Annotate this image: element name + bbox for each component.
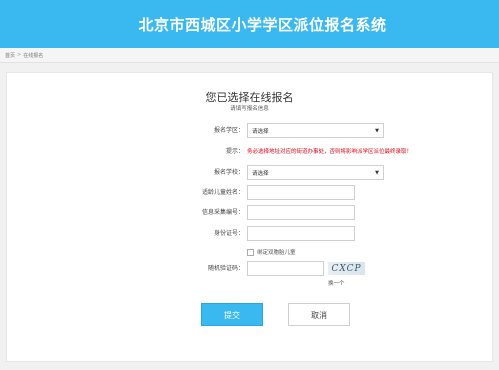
app-header: 北京市西城区小学学区派位报名系统	[0, 0, 499, 48]
id-number-input[interactable]	[247, 226, 355, 241]
school-select[interactable]: 请选择 ▼	[247, 165, 384, 180]
twins-checkbox-wrap[interactable]: 绑定双胞胎儿童	[247, 247, 296, 257]
child-name-label: 适龄儿童姓名：	[201, 189, 244, 196]
id-number-label: 身份证号：	[213, 230, 244, 237]
captcha-image-text: CXCP	[331, 263, 362, 274]
app-title: 北京市西城区小学学区派位报名系统	[138, 15, 387, 34]
submit-button[interactable]: 提交	[201, 303, 263, 326]
info-code-label: 信息采集编号：	[201, 209, 244, 216]
district-row: 报名学区： 请选择 ▼	[7, 123, 492, 138]
breadcrumb-home-link[interactable]: 首页	[5, 52, 15, 59]
captcha-row: 随机验证码： CXCP 换一个	[7, 261, 492, 287]
twins-checkbox[interactable]	[247, 248, 254, 256]
captcha-image[interactable]: CXCP	[328, 262, 365, 275]
id-number-row: 身份证号：	[7, 226, 492, 241]
dropdown-arrow-icon: ▼	[375, 128, 379, 134]
child-name-input[interactable]	[247, 185, 355, 200]
school-label: 报名学校：	[213, 169, 244, 176]
twins-checkbox-label: 绑定双胞胎儿童	[257, 250, 296, 256]
breadcrumb-separator: >	[17, 52, 22, 58]
district-select[interactable]: 请选择 ▼	[247, 123, 384, 138]
captcha-label: 随机验证码：	[207, 265, 244, 272]
hint-label: 提示：	[225, 148, 244, 155]
breadcrumb: 首页 > 在线报名	[0, 48, 499, 63]
breadcrumb-current: 在线报名	[23, 52, 44, 59]
dropdown-arrow-icon: ▼	[375, 170, 379, 176]
school-select-value: 请选择	[252, 170, 269, 177]
hint-text: 务必选择地址对应的街道办事处，否则将影响派学区派位最终录取！	[247, 149, 413, 155]
captcha-input[interactable]	[247, 261, 324, 276]
cancel-button[interactable]: 取消	[288, 303, 350, 326]
child-name-row: 适龄儿童姓名：	[7, 185, 492, 200]
info-code-input[interactable]	[247, 205, 355, 220]
form-title: 您已选择在线报名	[205, 91, 294, 104]
twins-row: 绑定双胞胎儿童	[7, 247, 492, 262]
district-label: 报名学区：	[213, 127, 244, 134]
district-select-value: 请选择	[252, 128, 269, 135]
school-row: 报名学校： 请选择 ▼	[7, 165, 492, 180]
captcha-refresh-link[interactable]: 换一个	[328, 279, 345, 287]
form-subtitle: 请填写报名信息	[230, 106, 269, 112]
info-code-row: 信息采集编号：	[7, 205, 492, 220]
hint-row: 提示： 务必选择地址对应的街道办事处，否则将影响派学区派位最终录取！	[7, 146, 492, 161]
registration-form-panel: 您已选择在线报名 请填写报名信息 报名学区： 请选择 ▼ 提示： 务必选择地址对…	[6, 72, 493, 362]
